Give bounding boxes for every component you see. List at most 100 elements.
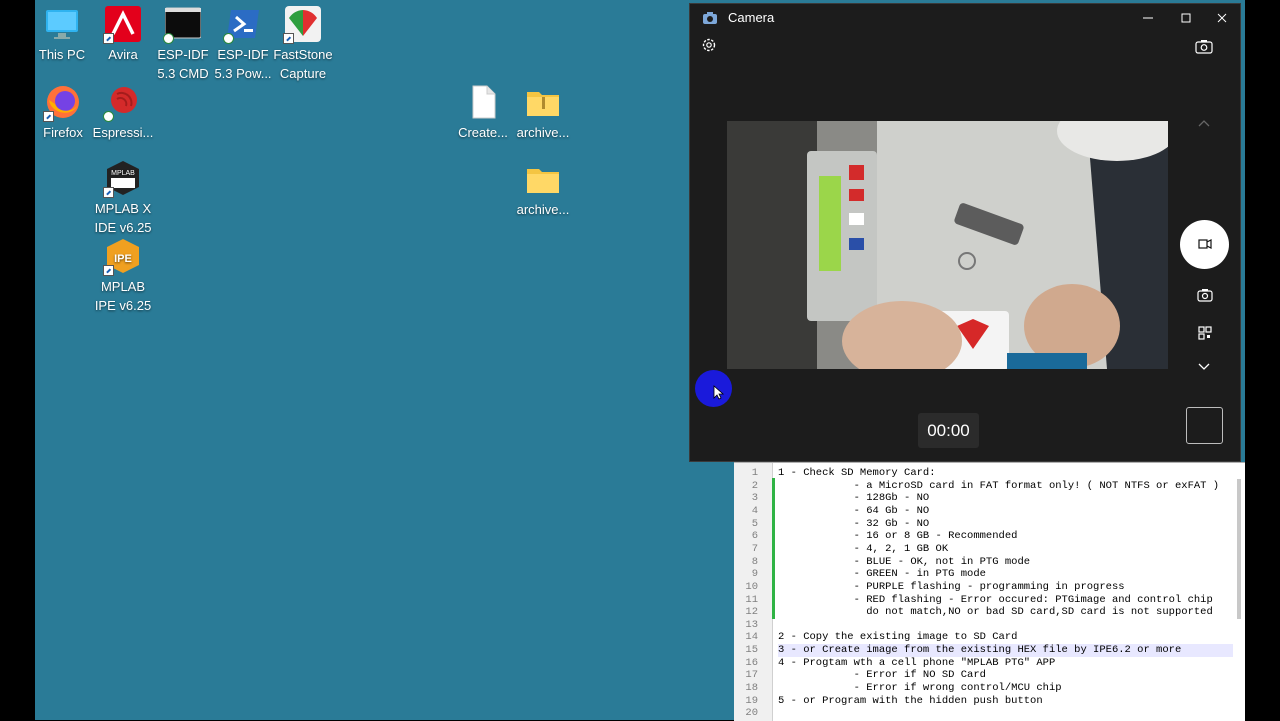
desktop-icon-label: archive...	[516, 125, 570, 140]
shortcut-arrow-icon	[43, 111, 54, 122]
ipe-badge-text: IPE	[114, 253, 132, 265]
shortcut-arrow-icon	[103, 265, 114, 276]
desktop-icon-archive-zip[interactable]: archive...	[510, 78, 576, 142]
code-line[interactable]: 2 - Copy the existing image to SD Card	[778, 631, 1233, 644]
desktop-icon-label: Espressi...	[92, 125, 154, 140]
line-number: 14	[745, 631, 758, 644]
line-number: 9	[751, 568, 758, 581]
camera-app-icon	[703, 12, 717, 24]
vertical-scrollbar[interactable]	[1237, 479, 1241, 619]
desktop-icon-this-pc[interactable]: This PC	[35, 0, 95, 64]
line-number: 1	[751, 467, 758, 479]
chevron-down-icon[interactable]	[1196, 361, 1212, 373]
code-line[interactable]: 4 - Progtam wth a cell phone "MPLAB PTG"…	[778, 657, 1233, 670]
zip-folder-icon	[525, 84, 561, 120]
shortcut-arrow-icon	[103, 187, 114, 198]
desktop-icon-create[interactable]: Create...	[450, 78, 516, 142]
photo-mode-icon[interactable]	[1197, 288, 1213, 302]
line-number: 13	[745, 618, 758, 631]
shortcut-arrow-icon	[103, 33, 114, 44]
code-line[interactable]: 1 - Check SD Memory Card:	[778, 467, 1233, 480]
monitor-icon	[44, 6, 80, 42]
qr-code-icon[interactable]	[1198, 326, 1212, 340]
record-video-button[interactable]	[1180, 220, 1229, 269]
camera-window: Camera 00:00	[689, 3, 1241, 462]
line-number: 5	[751, 517, 758, 530]
code-line[interactable]: - 16 or 8 GB - Recommended	[778, 530, 1233, 543]
text-editor[interactable]: 1 2 3 4 5 6 7 8 9 10 11 12 13 14 15 16 17 18 19 20 1 - Chec…	[734, 462, 1245, 721]
espressif-icon	[103, 84, 141, 122]
close-button[interactable]	[1212, 8, 1232, 28]
desktop-icon-esp-idf-powershell[interactable]: ESP-IDF 5.3 Pow...	[210, 0, 276, 83]
switch-camera-icon[interactable]	[1195, 39, 1213, 55]
click-indicator	[695, 370, 732, 407]
code-line[interactable]: - GREEN - in PTG mode	[778, 568, 1233, 581]
change-history-bar	[772, 478, 775, 619]
desktop-icon-firefox[interactable]: Firefox	[35, 78, 96, 142]
desktop-icon-label: archive...	[516, 202, 570, 217]
desktop-icon-label: Create...	[458, 125, 508, 140]
code-line[interactable]: - 64 Gb - NO	[778, 505, 1233, 518]
desktop-icon-label: This PC	[38, 47, 86, 62]
desktop-icon-esp-idf-cmd[interactable]: ESP-IDF 5.3 CMD	[150, 0, 216, 83]
desktop-icon-espressif[interactable]: Espressi...	[90, 78, 156, 142]
powershell-icon	[223, 6, 261, 44]
desktop-icon-label: ESP-IDF 5.3 Pow...	[214, 47, 272, 81]
desktop-icon-label: Firefox	[43, 125, 83, 140]
line-number: 7	[751, 542, 758, 555]
mplab-badge-text: MPLAB	[111, 170, 135, 177]
line-number: 3	[751, 492, 758, 505]
minimize-button[interactable]	[1138, 8, 1158, 28]
chevron-up-icon[interactable]	[1196, 117, 1212, 129]
line-number: 15	[745, 644, 758, 657]
folder-icon	[525, 161, 561, 197]
code-line[interactable]: - PURPLE flashing - programming in progr…	[778, 581, 1233, 594]
code-line[interactable]: - BLUE - OK, not in PTG mode	[778, 556, 1233, 569]
line-number: 4	[751, 504, 758, 517]
code-line[interactable]	[778, 619, 1233, 632]
mplab-x-icon: MPLAB	[103, 160, 141, 198]
desktop-icon-label: MPLAB IPE v6.25	[94, 279, 152, 313]
maximize-button[interactable]	[1176, 8, 1196, 28]
desktop-icon-label: ESP-IDF 5.3 CMD	[157, 47, 209, 81]
firefox-icon	[43, 84, 81, 122]
code-line[interactable]: - RED flashing - Error occured: PTGimage…	[778, 594, 1233, 607]
code-line[interactable]: - 4, 2, 1 GB OK	[778, 543, 1233, 556]
code-line[interactable]: - a MicroSD card in FAT format only! ( N…	[778, 480, 1233, 493]
line-number: 8	[751, 555, 758, 568]
shortcut-arrow-icon	[283, 33, 294, 44]
line-number: 16	[745, 656, 758, 669]
line-number: 19	[745, 694, 758, 707]
code-line[interactable]: - 32 Gb - NO	[778, 518, 1233, 531]
settings-gear-icon[interactable]	[700, 36, 718, 54]
line-number: 18	[745, 682, 758, 695]
desktop-icon-mplab-ipe[interactable]: IPE MPLAB IPE v6.25	[90, 232, 156, 315]
desktop-icon-mplab-x[interactable]: MPLAB MPLAB X IDE v6.25	[90, 154, 156, 237]
code-line[interactable]: do not match,NO or bad SD card,SD card i…	[778, 606, 1233, 619]
mouse-pointer-icon	[713, 385, 725, 400]
code-line[interactable]	[778, 707, 1233, 720]
code-line[interactable]: 3 - or Create image from the existing HE…	[778, 644, 1233, 658]
code-line[interactable]: - Error if wrong control/MCU chip	[778, 682, 1233, 695]
code-line[interactable]: - Error if NO SD Card	[778, 669, 1233, 682]
sync-check-icon	[223, 33, 234, 44]
line-number: 10	[745, 580, 758, 593]
desktop-icon-archive-folder[interactable]: archive...	[510, 155, 576, 219]
avira-icon	[103, 6, 141, 44]
line-number: 17	[745, 669, 758, 682]
line-number: 20	[745, 707, 758, 720]
camera-preview	[727, 121, 1168, 369]
mplab-ipe-icon: IPE	[103, 238, 141, 276]
sync-check-icon	[103, 111, 114, 122]
code-line[interactable]: - 128Gb - NO	[778, 492, 1233, 505]
line-number: 12	[745, 606, 758, 619]
terminal-icon	[163, 6, 202, 44]
desktop-icon-faststone[interactable]: FastStone Capture	[270, 0, 336, 83]
desktop-icon-avira[interactable]: Avira	[90, 0, 156, 64]
last-capture-thumbnail[interactable]	[1186, 407, 1223, 444]
recording-timer: 00:00	[918, 413, 979, 448]
code-line[interactable]: 5 - or Program with the hidden push butt…	[778, 695, 1233, 708]
file-icon	[465, 84, 501, 120]
line-number: 11	[745, 593, 758, 606]
line-number: 6	[751, 530, 758, 543]
